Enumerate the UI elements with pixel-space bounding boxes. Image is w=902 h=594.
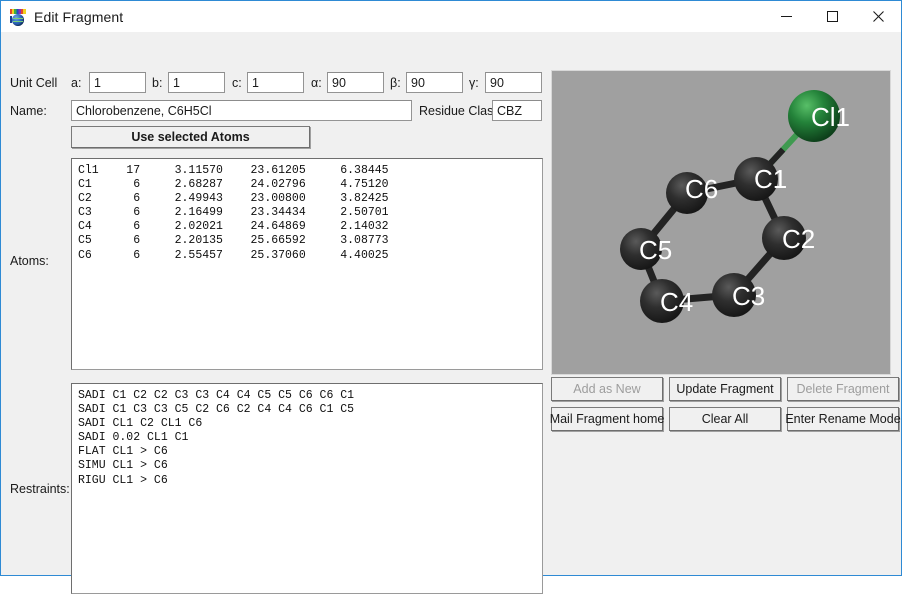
app-icon [10, 9, 26, 25]
molecule-render: Cl1 C1 C6 C2 C5 C3 C4 [552, 71, 890, 374]
unit-cell-label: Unit Cell [10, 76, 57, 90]
unit-cell-b-input[interactable]: 1 [168, 72, 225, 93]
restraints-label: Restraints: [10, 482, 70, 496]
window-title: Edit Fragment [34, 9, 123, 25]
unit-cell-gamma-input[interactable]: 90 [485, 72, 542, 93]
atom-label-c3: C3 [732, 281, 765, 311]
molecule-viewer[interactable]: Cl1 C1 C6 C2 C5 C3 C4 [551, 70, 891, 375]
unit-cell-beta-input[interactable]: 90 [406, 72, 463, 93]
maximize-button[interactable] [809, 1, 855, 32]
name-label: Name: [10, 104, 47, 118]
title-bar: Edit Fragment [1, 1, 901, 32]
minimize-button[interactable] [763, 1, 809, 32]
add-as-new-button[interactable]: Add as New [551, 377, 663, 401]
residue-class-label: Residue Class: [419, 104, 503, 118]
unit-cell-alpha-label: α: [311, 76, 322, 90]
atoms-label: Atoms: [10, 254, 49, 268]
minimize-icon [780, 10, 793, 23]
enter-rename-mode-button[interactable]: Enter Rename Mode [787, 407, 899, 431]
unit-cell-beta-label: β: [390, 76, 401, 90]
window-body: Unit Cell a: 1 b: 1 c: 1 α: 90 β: 90 γ: … [1, 32, 901, 575]
use-selected-atoms-button[interactable]: Use selected Atoms [71, 126, 310, 148]
clear-all-button[interactable]: Clear All [669, 407, 781, 431]
left-pane: Unit Cell a: 1 b: 1 c: 1 α: 90 β: 90 γ: … [1, 32, 548, 577]
unit-cell-a-label: a: [71, 76, 81, 90]
unit-cell-gamma-label: γ: [469, 76, 479, 90]
atom-label-c5: C5 [639, 235, 672, 265]
close-icon [872, 10, 885, 23]
atoms [620, 90, 840, 323]
residue-class-input[interactable]: CBZ [492, 100, 542, 121]
unit-cell-c-label: c: [232, 76, 242, 90]
name-input[interactable]: Chlorobenzene, C6H5Cl [71, 100, 412, 121]
atoms-textarea[interactable]: Cl1 17 3.11570 23.61205 6.38445 C1 6 2.6… [71, 158, 543, 370]
restraints-textarea[interactable]: SADI C1 C2 C2 C3 C3 C4 C4 C5 C5 C6 C6 C1… [71, 383, 543, 594]
unit-cell-c-input[interactable]: 1 [247, 72, 304, 93]
maximize-icon [826, 10, 839, 23]
atom-label-c2: C2 [782, 224, 815, 254]
update-fragment-button[interactable]: Update Fragment [669, 377, 781, 401]
atom-label-c6: C6 [685, 174, 718, 204]
atom-label-cl1: Cl1 [811, 102, 850, 132]
atom-label-c4: C4 [660, 287, 693, 317]
close-button[interactable] [855, 1, 901, 32]
unit-cell-alpha-input[interactable]: 90 [327, 72, 384, 93]
atom-label-c1: C1 [754, 164, 787, 194]
action-button-group: Add as New Update Fragment Delete Fragme… [551, 377, 891, 435]
delete-fragment-button[interactable]: Delete Fragment [787, 377, 899, 401]
window-controls [763, 1, 901, 32]
unit-cell-b-label: b: [152, 76, 162, 90]
edit-fragment-window: Edit Fragment [0, 0, 902, 576]
mail-fragment-home-button[interactable]: Mail Fragment home [551, 407, 663, 431]
bonds [641, 116, 814, 301]
unit-cell-a-input[interactable]: 1 [89, 72, 146, 93]
